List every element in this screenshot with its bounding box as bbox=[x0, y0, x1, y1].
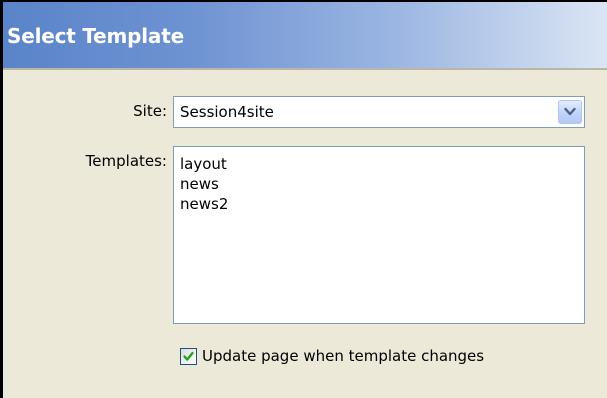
site-label: Site: bbox=[133, 102, 167, 120]
update-page-checkbox[interactable] bbox=[180, 348, 197, 365]
checkmark-icon bbox=[183, 351, 194, 361]
dropdown-arrow-button[interactable] bbox=[558, 100, 582, 124]
templates-listbox[interactable]: layout news news2 bbox=[173, 146, 585, 324]
templates-label: Templates: bbox=[85, 152, 167, 170]
list-item[interactable]: news bbox=[180, 175, 219, 193]
update-page-checkbox-label[interactable]: Update page when template changes bbox=[202, 347, 484, 365]
select-template-dialog: Select Template Site: Session4site Templ… bbox=[0, 0, 607, 398]
site-dropdown[interactable]: Session4site bbox=[173, 96, 585, 128]
list-item[interactable]: layout bbox=[180, 155, 227, 173]
dialog-title: Select Template bbox=[7, 24, 184, 48]
dialog-title-bar: Select Template bbox=[3, 2, 607, 68]
chevron-down-icon bbox=[564, 107, 576, 116]
site-dropdown-value: Session4site bbox=[180, 103, 274, 121]
list-item[interactable]: news2 bbox=[180, 195, 228, 213]
title-divider bbox=[3, 68, 607, 70]
